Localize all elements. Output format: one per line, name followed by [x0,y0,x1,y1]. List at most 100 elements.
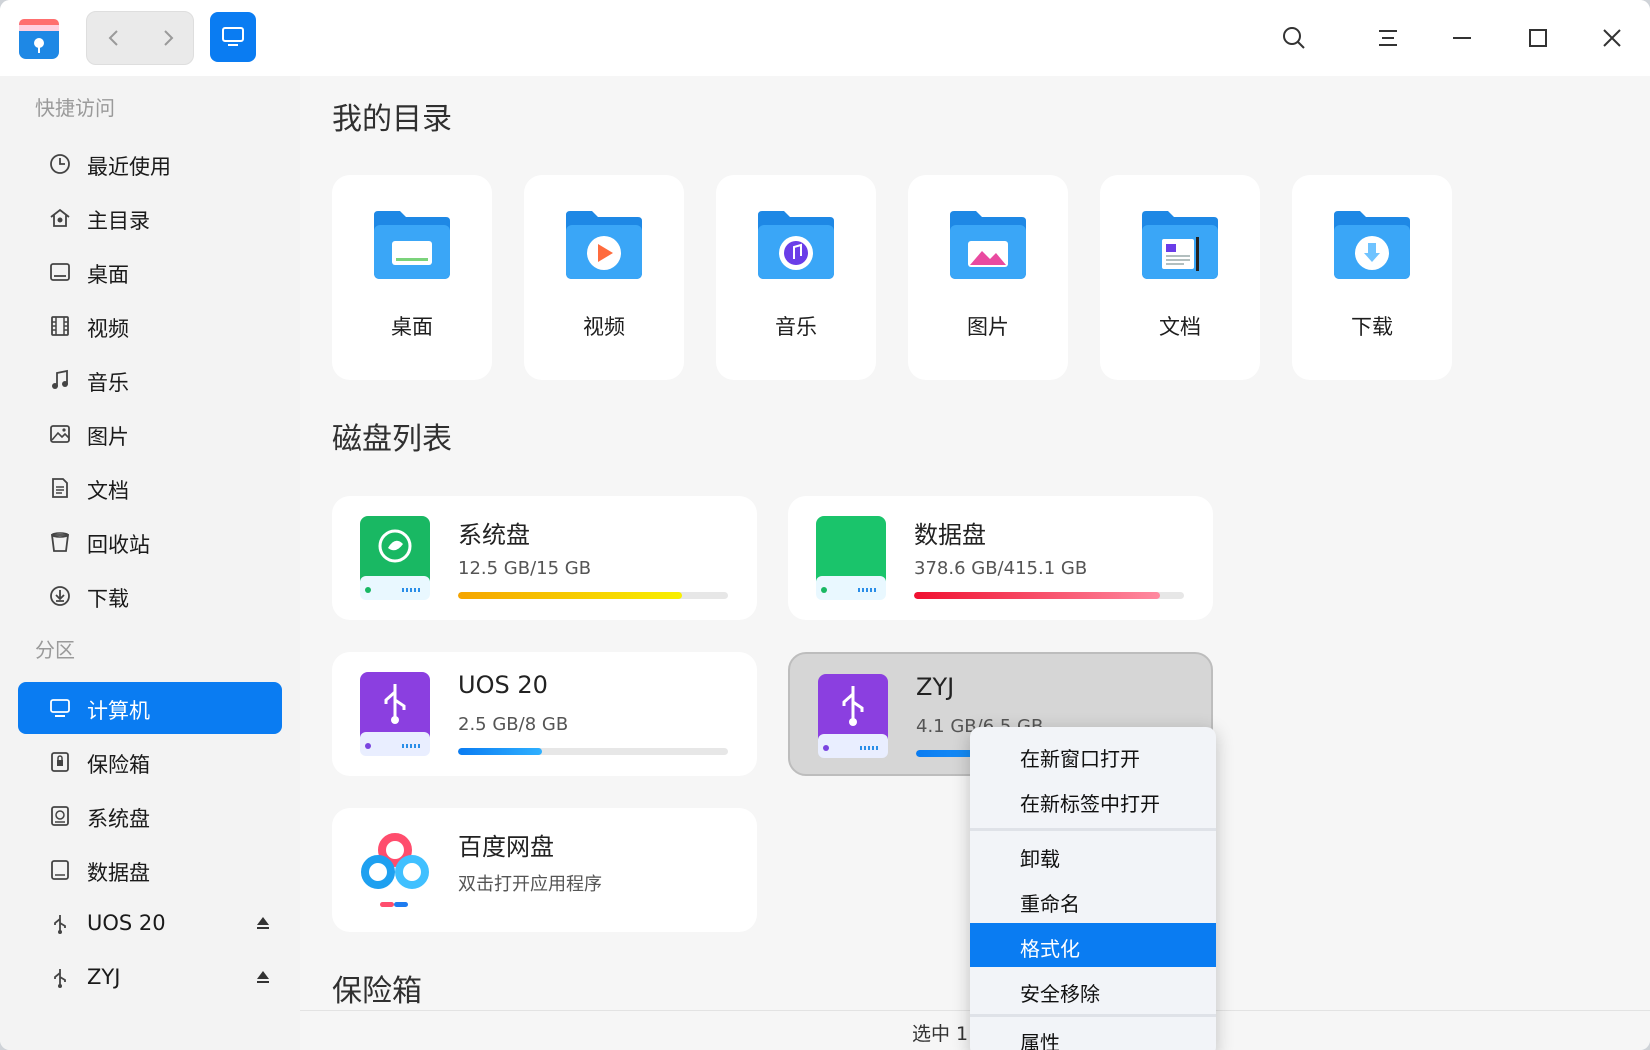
menu-separator [970,828,1216,831]
music-folder-icon [758,211,834,279]
disk-name: 数据盘 [914,521,986,549]
menu-item-unmount[interactable]: 卸载 [970,833,1216,877]
menu-item-label: 在新窗口打开 [1020,747,1140,771]
dir-card-downloads[interactable]: 下载 [1292,175,1452,380]
sidebar-item-pictures[interactable]: 图片 [18,408,282,460]
forward-button[interactable] [141,12,195,64]
computer-icon [48,696,72,720]
menu-button[interactable] [1370,20,1406,56]
sidebar-item-documents[interactable]: 文档 [18,462,282,514]
disk-card-system[interactable]: 系统盘 12.5 GB/15 GB [332,496,757,620]
usage-bar [458,592,728,599]
chevron-left-icon [108,30,118,46]
menu-item-safely-remove[interactable]: 安全移除 [970,968,1216,1012]
maximize-button[interactable] [1520,20,1556,56]
search-button[interactable] [1276,20,1312,56]
dir-card-documents[interactable]: 文档 [1100,175,1260,380]
file-manager-window: 快捷访问 最近使用 主目录 桌面 视频 音乐 图片 文档 回收站 下载 分区 计… [0,0,1650,1050]
sidebar-item-label: 视频 [87,317,129,341]
disk-description: 双击打开应用程序 [458,874,602,895]
sidebar-item-label: 下载 [87,587,129,611]
usb-drive-icon [360,672,430,756]
sidebar-item-downloads[interactable]: 下载 [18,570,282,622]
sidebar-item-label: 桌面 [87,263,129,287]
trash-icon [48,530,72,554]
dir-card-videos[interactable]: 视频 [524,175,684,380]
sidebar-item-trash[interactable]: 回收站 [18,516,282,568]
download-icon [48,584,72,608]
eject-icon[interactable] [254,914,272,932]
sidebar-item-data-disk[interactable]: 数据盘 [18,844,282,896]
usage-bar-fill [914,592,1160,599]
sidebar-item-videos[interactable]: 视频 [18,300,282,352]
sidebar-item-computer[interactable]: 计算机 [18,682,282,734]
disk-size: 12.5 GB/15 GB [458,558,592,579]
system-disk-icon [360,516,430,600]
disk-card-baidu-netdisk[interactable]: 百度网盘 双击打开应用程序 [332,808,757,932]
menu-item-properties[interactable]: 属性 [970,1017,1216,1050]
navigation-group [86,11,194,65]
menu-item-label: 属性 [1020,1031,1060,1050]
image-icon [48,422,72,446]
disk-card-data[interactable]: 数据盘 378.6 GB/415.1 GB [788,496,1213,620]
sidebar-item-label: 最近使用 [87,155,171,179]
baidu-netdisk-icon [361,833,429,907]
close-button[interactable] [1594,20,1630,56]
home-icon [48,206,72,230]
chevron-right-icon [164,30,174,46]
minimize-button[interactable] [1444,20,1480,56]
dir-card-pictures[interactable]: 图片 [908,175,1068,380]
sidebar-item-zyj[interactable]: ZYJ [18,952,282,1004]
disk-name: UOS 20 [458,671,548,699]
close-icon [1603,29,1621,47]
usb-drive-icon [818,674,888,758]
menu-item-rename[interactable]: 重命名 [970,878,1216,922]
sidebar-item-system-disk[interactable]: 系统盘 [18,790,282,842]
sidebar-item-label: 计算机 [87,699,150,723]
data-disk-icon [48,858,72,882]
desktop-icon [48,260,72,284]
menu-item-open-new-window[interactable]: 在新窗口打开 [970,733,1216,777]
sidebar-item-label: 数据盘 [87,861,150,885]
sidebar-item-desktop[interactable]: 桌面 [18,246,282,298]
sidebar-item-recent[interactable]: 最近使用 [18,138,282,190]
sidebar-item-music[interactable]: 音乐 [18,354,282,406]
menu-item-format[interactable]: 格式化 [970,923,1216,967]
sidebar-item-label: 系统盘 [87,807,150,831]
menu-item-label: 重命名 [1020,892,1080,916]
sidebar-item-label: ZYJ [87,965,121,989]
maximize-icon [1529,29,1547,47]
sidebar-item-label: 文档 [87,479,129,503]
view-mode-button[interactable] [210,12,256,62]
usage-bar-fill [458,748,542,755]
usage-bar [458,748,728,755]
sidebar-item-label: 保险箱 [87,753,150,777]
usage-bar-fill [458,592,683,599]
dir-card-desktop[interactable]: 桌面 [332,175,492,380]
disk-list-title: 磁盘列表 [332,422,452,457]
dir-label: 桌面 [391,315,433,339]
back-button[interactable] [87,12,141,64]
disk-size: 378.6 GB/415.1 GB [914,558,1088,579]
disk-name: 系统盘 [458,521,530,549]
dir-card-music[interactable]: 音乐 [716,175,876,380]
sidebar-item-label: 主目录 [87,209,150,233]
sidebar-item-uos20[interactable]: UOS 20 [18,898,282,950]
menu-item-open-new-tab[interactable]: 在新标签中打开 [970,778,1216,822]
video-folder-icon [566,211,642,279]
quick-access-title: 快捷访问 [35,96,115,120]
desktop-folder-icon [374,211,450,279]
document-icon [48,476,72,500]
eject-icon[interactable] [254,968,272,986]
monitor-icon [222,27,244,46]
sidebar-item-home[interactable]: 主目录 [18,192,282,244]
disk-card-uos20[interactable]: UOS 20 2.5 GB/8 GB [332,652,757,776]
sidebar-item-vault[interactable]: 保险箱 [18,736,282,788]
menu-item-label: 卸载 [1020,847,1060,871]
system-disk-icon [48,804,72,828]
my-directories-title: 我的目录 [332,102,452,137]
hamburger-menu-icon [1379,30,1397,46]
title-bar [0,0,1650,76]
menu-item-label: 在新标签中打开 [1020,792,1160,816]
video-icon [48,314,72,338]
